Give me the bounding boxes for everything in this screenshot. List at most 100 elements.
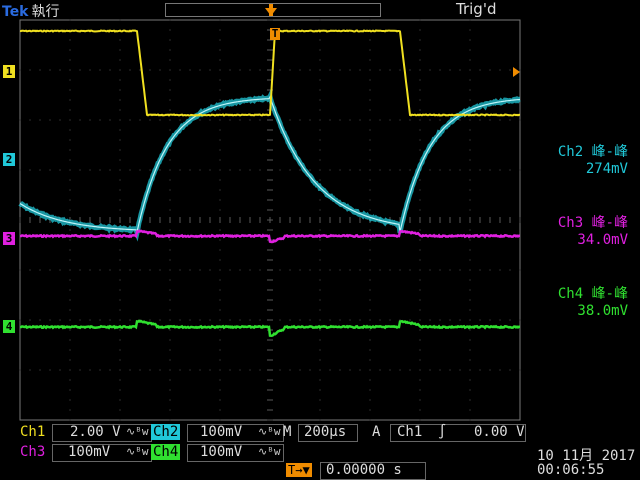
grid-dot [29,369,31,371]
grid-dot [209,69,211,71]
ch4-ground-marker[interactable]: 4 [3,320,15,333]
grid-dot [469,169,471,171]
grid-dot [329,169,331,171]
grid-dot [219,189,221,191]
trigger-position-arrow-top[interactable] [265,8,277,16]
grid-dot [119,149,121,151]
grid-dot [469,69,471,71]
grid-dot [419,319,421,321]
grid-dot [319,159,321,161]
grid-dot [69,359,71,361]
ch3-label[interactable]: Ch3 [18,444,47,460]
grid-dot [159,319,161,321]
grid-dot [159,169,161,171]
grid-dot [449,269,451,271]
grid-dot [119,89,121,91]
grid-dot [119,409,121,411]
grid-dot [219,149,221,151]
grid-dot [359,119,361,121]
ch3-waveform [19,229,520,244]
grid-dot [169,419,171,421]
grid-dot [159,69,161,71]
grid-dot [169,69,171,71]
grid-dot [219,99,221,101]
grid-dot [119,319,121,321]
grid-dot [119,139,121,141]
grid-dot [209,119,211,121]
ch3-ground-marker[interactable]: 3 [3,232,15,245]
grid-dot [179,169,181,171]
grid-dot [489,169,491,171]
ch2-bw-icon: ∿ᴮw [258,425,281,438]
grid-dot [369,49,371,51]
grid-dot [469,359,471,361]
grid-dot [169,399,171,401]
grid-dot [109,169,111,171]
grid-dot [359,319,361,321]
grid-dot [319,289,321,291]
grid-dot [409,169,411,171]
grid-dot [359,69,361,71]
grid-dot [359,269,361,271]
grid-dot [69,369,71,371]
grid-dot [209,319,211,321]
grid-dot [69,109,71,111]
grid-dot [479,169,481,171]
grid-dot [459,69,461,71]
grid-dot [469,149,471,151]
grid-dot [329,319,331,321]
grid-dot [199,119,201,121]
grid-dot [319,399,321,401]
grid-dot [369,369,371,371]
grid-dot [469,179,471,181]
grid-dot [339,69,341,71]
grid-dot [369,249,371,251]
time-display: 00:06:55 [537,462,605,478]
grid-dot [219,269,221,271]
grid-dot [69,299,71,301]
grid-dot [359,169,361,171]
grid-dot [69,99,71,101]
trigger-level-marker[interactable] [513,67,520,77]
grid-dot [199,369,201,371]
grid-dot [319,119,321,121]
grid-dot [39,269,41,271]
ch1-ground-marker[interactable]: 1 [3,65,15,78]
grid-dot [379,369,381,371]
grid-dot [399,119,401,121]
grid-dot [89,269,91,271]
grid-dot [419,19,421,21]
grid-dot [179,269,181,271]
grid-dot [109,119,111,121]
ch2-label[interactable]: Ch2 [151,424,181,440]
trigger-position-icon: T→▼ [286,463,312,477]
grid-dot [79,269,81,271]
grid-dot [469,259,471,261]
graticule [19,19,521,421]
ch1-label[interactable]: Ch1 [18,424,47,440]
trigger-position-marker[interactable]: T [270,28,280,40]
grid-dot [259,69,261,71]
grid-dot [419,389,421,391]
grid-dot [509,269,511,271]
ch4-label[interactable]: Ch4 [151,444,181,460]
grid-dot [59,319,61,321]
grid-dot [419,289,421,291]
grid-dot [69,179,71,181]
grid-dot [469,369,471,371]
grid-dot [89,69,91,71]
grid-dot [299,269,301,271]
grid-dot [369,209,371,211]
grid-dot [169,299,171,301]
grid-dot [319,79,321,81]
grid-dot [29,119,31,121]
grid-dot [419,109,421,111]
ch2-ground-marker[interactable]: 2 [3,153,15,166]
grid-dot [119,189,121,191]
grid-dot [419,59,421,61]
grid-dot [319,59,321,61]
grid-dot [389,69,391,71]
grid-dot [69,129,71,131]
grid-dot [39,69,41,71]
grid-dot [419,299,421,301]
